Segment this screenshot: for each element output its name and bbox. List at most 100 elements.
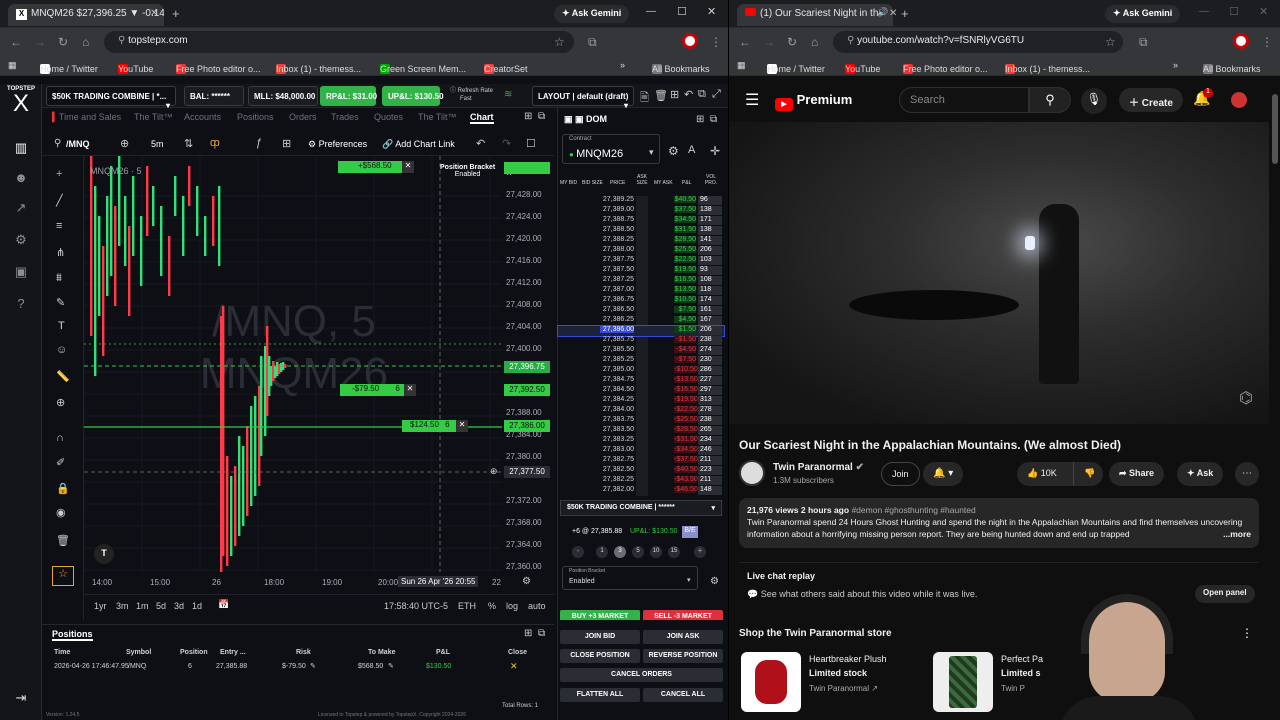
- log-toggle[interactable]: log: [506, 601, 518, 611]
- popout-icon[interactable]: ⧉: [538, 111, 545, 122]
- tab-topstep[interactable]: X MNQM26 $27,396.25 ▼ -0.14%: [8, 4, 164, 26]
- tab-time-and-sales[interactable]: ▍Time and Sales: [52, 112, 121, 123]
- fullscreen-icon[interactable]: ☐: [526, 137, 536, 150]
- target-order-label[interactable]: +$568.50 ✕: [338, 161, 414, 173]
- channel-avatar[interactable]: [739, 460, 765, 486]
- range-1yr[interactable]: 1yr: [94, 601, 107, 611]
- join-button[interactable]: Join: [881, 462, 920, 486]
- reload-icon[interactable]: ↻: [787, 35, 797, 49]
- extensions-icon[interactable]: ⧉: [1139, 35, 1148, 50]
- tab-orders[interactable]: Orders: [289, 112, 317, 122]
- analytics-icon[interactable]: ↗: [11, 200, 31, 220]
- maximize-icon[interactable]: ☐: [677, 5, 687, 18]
- range-1d[interactable]: 1d: [192, 601, 202, 611]
- logout-icon[interactable]: ⇥: [11, 690, 31, 710]
- url-field[interactable]: ⚲ topstepx.com: [104, 31, 574, 53]
- dom-row[interactable]: 27,387.75 $22.50 103: [558, 256, 724, 266]
- microphone-icon[interactable]: 🎙: [1081, 88, 1107, 114]
- bookmark-star-icon[interactable]: ☆: [554, 35, 565, 49]
- join-bid-button[interactable]: JOIN BID: [560, 630, 640, 644]
- qty-minus-icon[interactable]: -: [572, 546, 584, 558]
- fib-icon[interactable]: ⋔: [56, 246, 65, 259]
- dom-row[interactable]: 27,382.25 -$43.50 211: [558, 476, 724, 486]
- profile-avatar[interactable]: [1233, 33, 1249, 49]
- apps-icon[interactable]: ▦: [737, 60, 746, 71]
- favorite-star-icon[interactable]: ☆: [52, 566, 74, 586]
- col-to-make[interactable]: To Make: [368, 649, 396, 656]
- window-icon[interactable]: ⧉: [698, 88, 706, 101]
- ask-button[interactable]: ✦ Ask: [1177, 462, 1224, 486]
- trash-icon[interactable]: 🗑: [654, 89, 668, 102]
- dom-row[interactable]: 27,383.25 -$31.50 234: [558, 436, 724, 446]
- join-ask-button[interactable]: JOIN ASK: [643, 630, 723, 644]
- new-tab-icon[interactable]: +: [901, 6, 909, 21]
- cancel-orders-button[interactable]: CANCEL ORDERS: [560, 668, 723, 682]
- tab-the-tilt[interactable]: The Tilt™: [134, 112, 173, 122]
- dom-row[interactable]: 27,386.50 $7.50 161: [558, 306, 724, 316]
- pencil-lock-icon[interactable]: ✐: [56, 456, 65, 469]
- zoom-icon[interactable]: ⊕: [56, 396, 65, 409]
- chevron-right-icon[interactable]: »: [1173, 60, 1178, 70]
- col-entry[interactable]: Entry ...: [220, 649, 246, 656]
- dom-account-selector[interactable]: $50K TRADING COMBINE | ****** ▾: [560, 500, 722, 516]
- tab-trades[interactable]: Trades: [331, 112, 359, 122]
- center-icon[interactable]: ✛: [710, 144, 720, 158]
- settings-icon[interactable]: ⚙: [668, 144, 679, 158]
- emoji-icon[interactable]: ☺: [56, 344, 67, 356]
- pattern-icon[interactable]: ⩩: [56, 272, 62, 285]
- settings-icon[interactable]: ⚙: [522, 576, 531, 587]
- preferences-button[interactable]: ⚙ Preferences: [308, 139, 367, 150]
- brush-icon[interactable]: ✎: [56, 296, 65, 309]
- breakeven-button[interactable]: B/E: [682, 526, 698, 538]
- auto-toggle[interactable]: auto: [528, 601, 546, 611]
- candles-icon[interactable]: ȹ: [210, 137, 220, 149]
- bookmark-star-icon[interactable]: ☆: [1105, 35, 1116, 49]
- like-button[interactable]: 👍 10K: [1017, 462, 1073, 486]
- hamburger-menu-icon[interactable]: ☰: [745, 90, 759, 110]
- apps-icon[interactable]: ▦: [8, 60, 17, 71]
- share-button[interactable]: ➦ Share: [1109, 462, 1165, 486]
- dom-row[interactable]: 27,387.50 $19.50 93: [558, 266, 724, 276]
- tab-chart[interactable]: Chart: [470, 112, 494, 124]
- close-window-icon[interactable]: ✕: [1259, 5, 1268, 18]
- range-3d[interactable]: 3d: [174, 601, 184, 611]
- subscribe-bell-button[interactable]: 🔔 ▾: [923, 462, 964, 486]
- dom-row[interactable]: 27,386.25 $4.50 167: [558, 316, 724, 326]
- stop-order-label[interactable]: -$79.50 6 ✕: [340, 384, 416, 396]
- magnet-icon[interactable]: ∩: [56, 432, 64, 444]
- back-icon[interactable]: ←: [739, 35, 751, 49]
- extensions-icon[interactable]: ⧉: [588, 35, 597, 50]
- account-selector[interactable]: $50K TRADING COMBINE | *... ▾: [46, 86, 176, 110]
- add-widget-icon[interactable]: ⊞: [524, 628, 532, 639]
- calendar-icon[interactable]: 📅: [218, 599, 229, 610]
- dom-row[interactable]: 27,388.25 $28.50 141: [558, 236, 724, 246]
- dom-row[interactable]: 27,388.00 $25.50 206: [558, 246, 724, 256]
- popout-icon[interactable]: ⧉: [710, 114, 717, 125]
- hashtags[interactable]: #demon #ghosthunting #haunted: [851, 505, 975, 515]
- dom-row[interactable]: 27,386.00 $1.50 206: [557, 325, 725, 337]
- minimize-icon[interactable]: —: [646, 6, 656, 17]
- more-actions-button[interactable]: ⋯: [1235, 462, 1259, 486]
- menu-dots-icon[interactable]: ⋮: [1261, 35, 1273, 49]
- maximize-icon[interactable]: ☐: [1229, 5, 1239, 18]
- crosshair-icon[interactable]: +: [56, 168, 62, 180]
- clock-readout[interactable]: 17:58:40 UTC-5: [384, 601, 448, 611]
- dom-row[interactable]: 27,388.50 $31.50 138: [558, 226, 724, 236]
- delete-drawings-icon[interactable]: 🗑: [56, 534, 70, 547]
- add-symbol-icon[interactable]: ⊕: [120, 137, 129, 150]
- symbol-input[interactable]: /MNQ: [66, 139, 90, 149]
- reload-icon[interactable]: ↻: [58, 35, 68, 49]
- dislike-button[interactable]: 👎: [1073, 462, 1103, 486]
- search-icon[interactable]: ⚲: [54, 138, 61, 149]
- more-link[interactable]: ...more: [1223, 528, 1251, 540]
- popout-icon[interactable]: ⧉: [538, 628, 545, 639]
- dom-row[interactable]: 27,385.75 -$1.50 238: [558, 336, 724, 346]
- add-widget-icon[interactable]: ⊞: [670, 88, 679, 101]
- ruler-icon[interactable]: 📏: [56, 370, 70, 383]
- dom-ladder[interactable]: 27,389.25 $40.50 96 27,389.00 $37.50 138 27,38…: [557, 196, 725, 496]
- tab-positions[interactable]: Positions: [237, 112, 274, 122]
- positions-title[interactable]: Positions: [52, 629, 93, 641]
- dom-row[interactable]: 27,382.75 -$37.50 211: [558, 456, 724, 466]
- text-icon[interactable]: T: [58, 320, 65, 332]
- dom-row[interactable]: 27,389.25 $40.50 96: [558, 196, 724, 206]
